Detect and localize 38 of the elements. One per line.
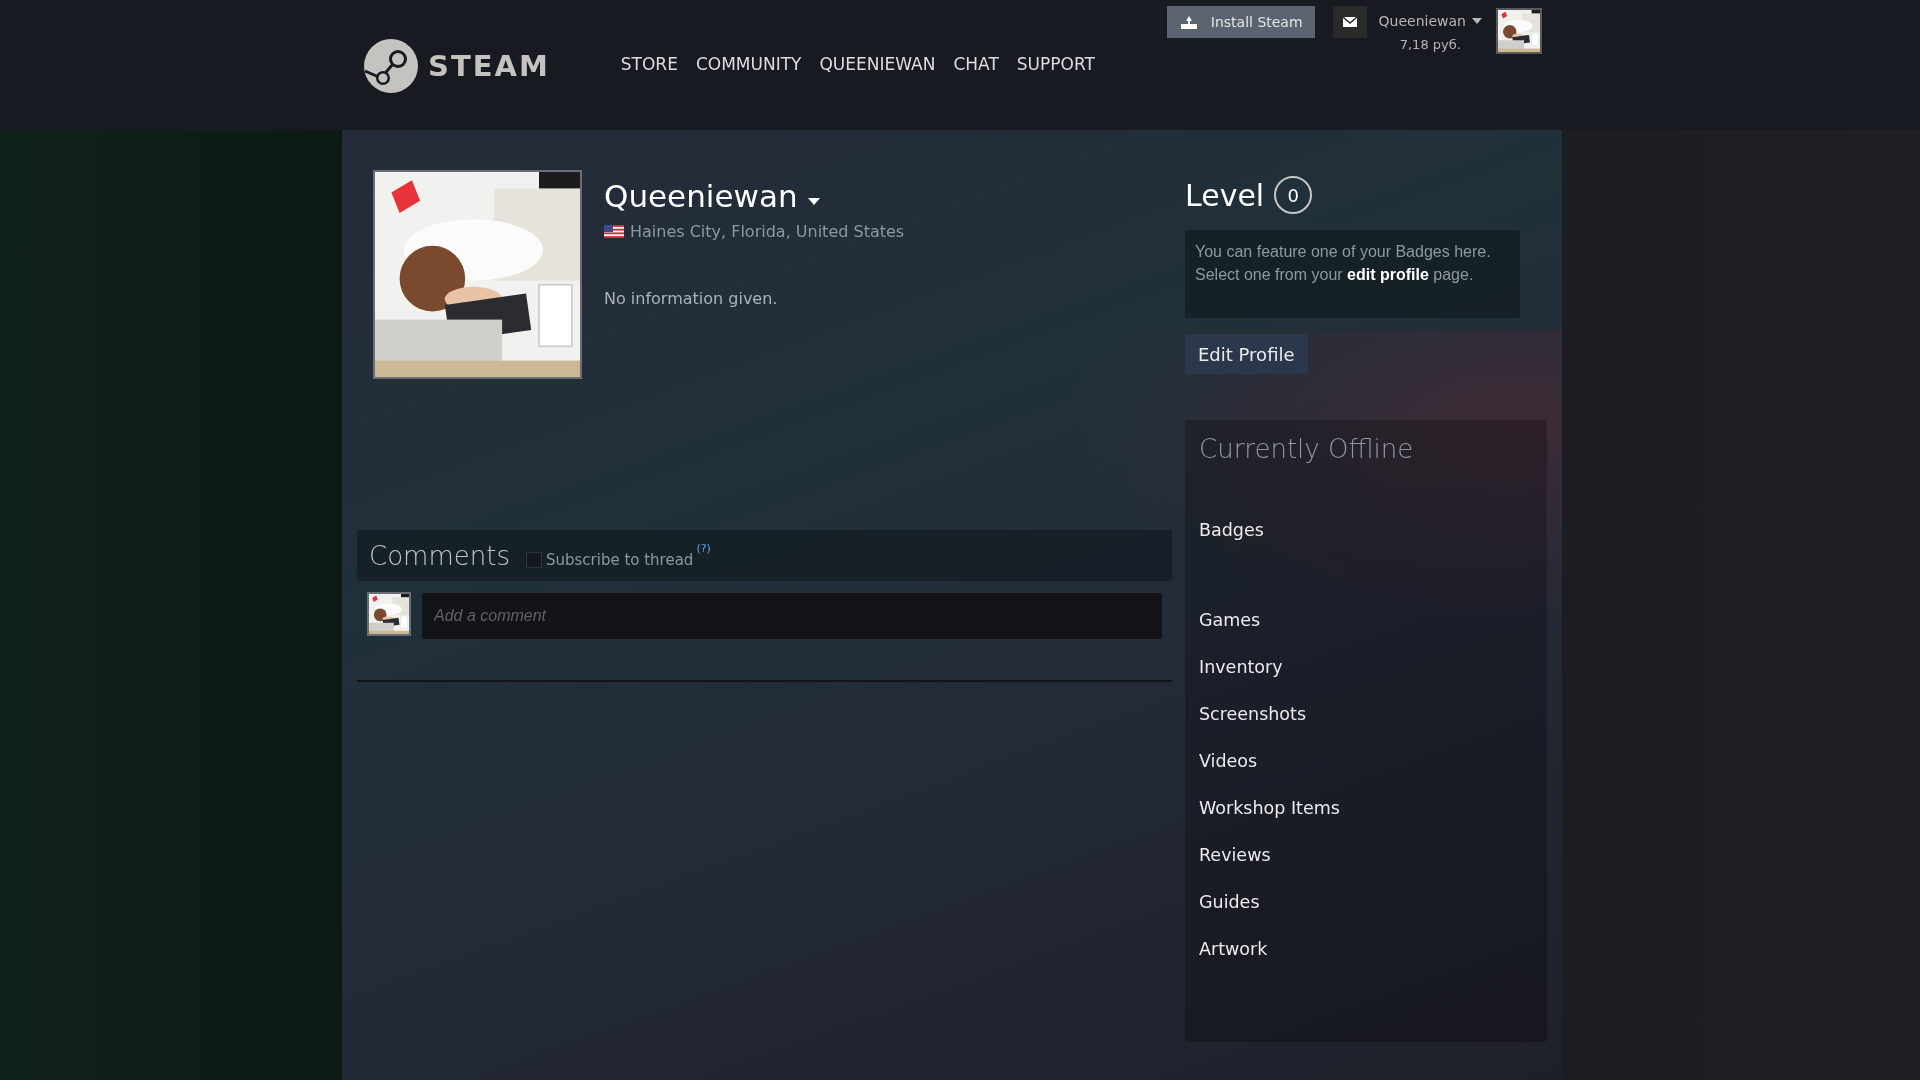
logo-text[interactable]: STEAM: [428, 49, 550, 83]
profile-link[interactable]: Screenshots: [1199, 704, 1307, 724]
profile-link[interactable]: Inventory: [1199, 657, 1283, 677]
help-link[interactable]: (?): [696, 542, 711, 555]
nav-link[interactable]: CHAT: [953, 54, 999, 74]
nav-link[interactable]: QUEENIEWAN: [819, 54, 936, 74]
comments-title: Comments: [369, 540, 510, 571]
nav-link[interactable]: STORE: [620, 54, 678, 74]
badge-hint: You can feature one of your Badges here. Select one from your edit profile page.: [1185, 230, 1520, 318]
location-text: Haines City, Florida, United States: [630, 222, 905, 241]
online-status: Currently Offline: [1199, 434, 1415, 464]
badges-link[interactable]: Badges: [1199, 520, 1264, 540]
download-icon: [1178, 14, 1199, 30]
envelope-icon: [1342, 17, 1357, 27]
profile-summary: No information given.: [604, 289, 779, 308]
wallet-balance: 7,18 руб.: [1399, 37, 1461, 52]
profile-link[interactable]: Videos: [1199, 751, 1258, 771]
flag-icon: [604, 225, 624, 238]
level-badge: 0: [1274, 176, 1313, 214]
profile-name: Queeniewan: [604, 178, 798, 214]
profile-link[interactable]: Reviews: [1199, 845, 1271, 865]
avatar[interactable]: [1496, 8, 1542, 54]
caret-icon[interactable]: [807, 197, 820, 205]
profile-link[interactable]: Guides: [1199, 892, 1260, 912]
comment-field[interactable]: Add a comment: [421, 592, 1163, 640]
nav-link[interactable]: SUPPORT: [1016, 54, 1095, 74]
level-label: Level: [1185, 177, 1265, 213]
profile-link[interactable]: Games: [1199, 610, 1261, 630]
profile-link[interactable]: Artwork: [1199, 939, 1268, 959]
subscribe-checkbox[interactable]: Subscribe to thread: [525, 550, 694, 569]
profile-link[interactable]: Workshop Items: [1199, 798, 1340, 818]
account-menu[interactable]: Queeniewan: [1378, 13, 1482, 29]
steam-logo-icon[interactable]: [363, 38, 419, 94]
caret-icon: [1472, 18, 1482, 24]
nav-link[interactable]: COMMUNITY: [695, 54, 802, 74]
edit-profile-button[interactable]: Edit Profile: [1185, 334, 1308, 374]
install-steam-button[interactable]: Install Steam: [1166, 6, 1315, 38]
notifications-button[interactable]: [1332, 6, 1367, 38]
